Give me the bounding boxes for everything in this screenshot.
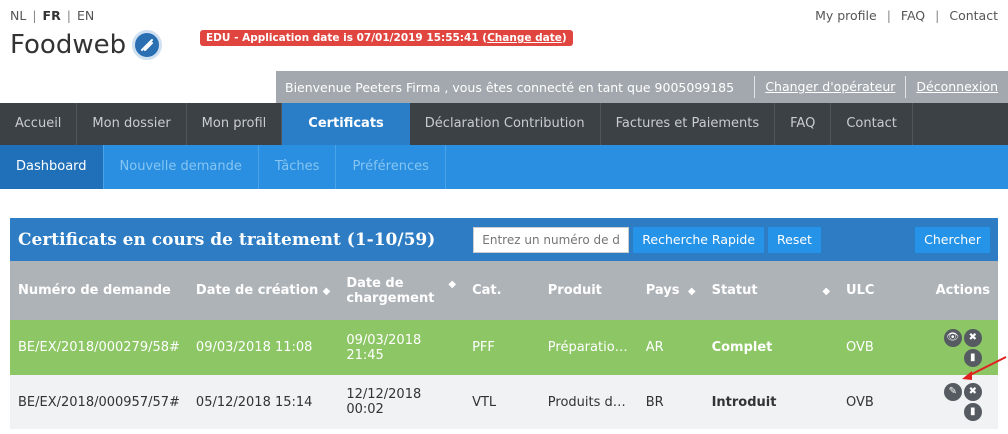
- edu-text: EDU - Application date is 07/01/2019 15:…: [206, 32, 488, 44]
- tab-taches[interactable]: Tâches: [259, 145, 337, 189]
- cell-numero: BE/EX/2018/000957/57#: [10, 375, 188, 429]
- lang-nl[interactable]: NL: [10, 8, 26, 23]
- reset-button[interactable]: Reset: [768, 226, 821, 253]
- col-cat[interactable]: Cat.: [464, 261, 540, 320]
- logout-link[interactable]: Déconnexion: [905, 76, 1008, 98]
- col-label: Actions: [935, 283, 990, 298]
- col-pays[interactable]: ◆ Pays: [637, 261, 704, 320]
- lang-en[interactable]: EN: [77, 8, 94, 23]
- close-icon[interactable]: ✖: [963, 383, 982, 401]
- nav-factures[interactable]: Factures et Paiements: [601, 103, 776, 145]
- faq-link[interactable]: FAQ: [901, 8, 925, 23]
- cell-date-chargement: 12/12/2018 00:02: [338, 375, 465, 429]
- cell-date-creation: 05/12/2018 15:14: [187, 375, 339, 429]
- tab-nouvelle-demande[interactable]: Nouvelle demande: [104, 145, 259, 189]
- col-label: Numéro de demande: [18, 283, 171, 298]
- quick-search-button[interactable]: Recherche Rapide: [633, 226, 765, 253]
- logo[interactable]: Foodweb: [10, 30, 163, 60]
- cell-numero: BE/EX/2018/000279/58#: [10, 320, 188, 375]
- cell-statut: Introduit: [703, 375, 839, 429]
- my-profile-link[interactable]: My profile: [815, 8, 877, 23]
- cell-date-chargement: 09/03/2018 21:45: [338, 320, 465, 375]
- col-produit[interactable]: Produit: [539, 261, 638, 320]
- change-date-link[interactable]: Change date: [487, 32, 562, 44]
- nav-mon-profil[interactable]: Mon profil: [187, 103, 283, 145]
- col-actions: Actions: [927, 261, 998, 320]
- cell-produit: Produits d…: [539, 375, 638, 429]
- col-label: Pays: [645, 283, 680, 298]
- cell-date-creation: 09/03/2018 11:08: [187, 320, 339, 375]
- cell-cat: PFF: [464, 320, 540, 375]
- divider: |: [935, 8, 940, 23]
- col-statut[interactable]: ◆ Statut: [703, 261, 839, 320]
- search-button[interactable]: Chercher: [915, 226, 990, 253]
- certificates-table: Numéro de demande ◆ Date de création ◆ Dat…: [10, 261, 998, 429]
- document-icon[interactable]: ▮: [963, 348, 982, 367]
- panel-header: Certificats en cours de traitement (1-10…: [10, 218, 998, 261]
- change-operator-link[interactable]: Changer d'opérateur: [754, 76, 905, 98]
- sort-icon: ◆: [687, 286, 696, 297]
- logo-text: Foodweb: [10, 30, 127, 60]
- nav-mon-dossier[interactable]: Mon dossier: [77, 103, 187, 145]
- divider: |: [886, 8, 891, 23]
- col-label: Date de chargement: [346, 275, 435, 306]
- divider: |: [32, 8, 37, 23]
- col-ulc[interactable]: ULC: [838, 261, 928, 320]
- sort-icon: ◆: [448, 278, 457, 290]
- quick-search-input[interactable]: [473, 226, 630, 253]
- col-label: ULC: [846, 283, 875, 298]
- cell-ulc: OVB: [838, 320, 928, 375]
- top-links: My profile | FAQ | Contact: [815, 8, 998, 23]
- col-numero[interactable]: Numéro de demande: [10, 261, 188, 320]
- tab-preferences[interactable]: Préférences: [336, 145, 446, 189]
- eye-icon[interactable]: 👁: [943, 328, 962, 347]
- panel-title: Certificats en cours de traitement (1-10…: [18, 229, 436, 250]
- cell-produit: Préparatio…: [539, 320, 638, 375]
- cell-pays: BR: [637, 375, 704, 429]
- welcome-bar: Bienvenue Peeters Firma , vous êtes conn…: [276, 71, 1008, 103]
- main-nav: Accueil Mon dossier Mon profil Certifica…: [0, 103, 1008, 145]
- sub-nav: Dashboard Nouvelle demande Tâches Préfér…: [0, 145, 1008, 189]
- table-header-row: Numéro de demande ◆ Date de création ◆ Dat…: [10, 261, 998, 320]
- nav-faq[interactable]: FAQ: [775, 103, 832, 145]
- col-label: Produit: [547, 283, 602, 298]
- sort-icon: ◆: [822, 286, 831, 297]
- sort-icon: ◆: [322, 286, 331, 297]
- divider: |: [66, 8, 71, 23]
- close-icon[interactable]: ✖: [963, 328, 982, 347]
- table-row[interactable]: BE/EX/2018/000279/58# 09/03/2018 11:08 0…: [10, 320, 998, 375]
- cell-actions: ✎ ✖ ▮: [927, 375, 998, 429]
- col-label: Date de création: [195, 283, 319, 298]
- document-icon[interactable]: ▮: [963, 403, 982, 421]
- edu-close-paren: ): [561, 32, 567, 44]
- edit-icon[interactable]: ✎: [943, 383, 962, 401]
- nav-certificats[interactable]: Certificats: [282, 103, 410, 145]
- welcome-text: Bienvenue Peeters Firma , vous êtes conn…: [285, 79, 735, 95]
- nav-declaration[interactable]: Déclaration Contribution: [410, 103, 601, 145]
- nav-contact[interactable]: Contact: [831, 103, 913, 145]
- lang-fr[interactable]: FR: [43, 8, 61, 23]
- col-label: Statut: [711, 283, 758, 298]
- table-row[interactable]: BE/EX/2018/000957/57# 05/12/2018 15:14 1…: [10, 375, 998, 429]
- col-label: Cat.: [472, 283, 502, 298]
- cell-pays: AR: [637, 320, 704, 375]
- nav-accueil[interactable]: Accueil: [0, 103, 78, 145]
- contact-link[interactable]: Contact: [949, 8, 998, 23]
- cell-cat: VTL: [464, 375, 540, 429]
- row-actions: ✎ ✖ ▮: [943, 383, 982, 421]
- tab-dashboard[interactable]: Dashboard: [0, 145, 104, 189]
- cell-ulc: OVB: [838, 375, 928, 429]
- row-actions: 👁 ✖ ▮: [943, 328, 982, 367]
- cell-actions: 👁 ✖ ▮: [927, 320, 998, 375]
- language-switcher: NL | FR | EN: [10, 8, 94, 23]
- edu-badge: EDU - Application date is 07/01/2019 15:…: [200, 30, 573, 46]
- col-date-chargement[interactable]: ◆ Date de chargement: [338, 261, 465, 320]
- cell-statut: Complet: [703, 320, 839, 375]
- logo-icon: [132, 30, 163, 60]
- col-date-creation[interactable]: ◆ Date de création: [187, 261, 339, 320]
